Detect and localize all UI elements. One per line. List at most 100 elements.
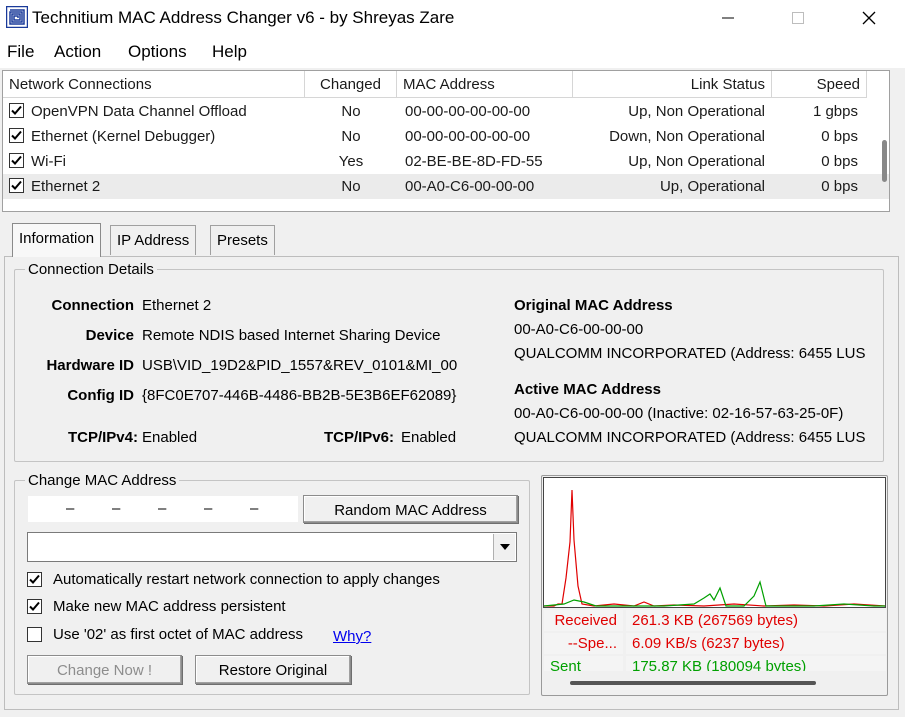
random-mac-button-label: Random MAC Address (334, 502, 487, 519)
connection-label: Connection (51, 297, 135, 314)
mac-octet-4[interactable]: – (204, 500, 212, 517)
column-network-connections[interactable]: Network Connections (3, 71, 305, 98)
checkmark-icon (29, 601, 40, 611)
list-row-selected[interactable]: Ethernet 2 No 00-A0-C6-00-00-00 Up, Oper… (3, 174, 889, 199)
device-value: Remote NDIS based Internet Sharing Devic… (142, 327, 441, 344)
restore-original-button[interactable]: Restore Original (195, 655, 351, 684)
tab-presets[interactable]: Presets (210, 225, 275, 255)
change-now-button[interactable]: Change Now ! (27, 655, 182, 684)
config-id-label: Config ID (67, 387, 134, 404)
original-mac-label: Original MAC Address (514, 297, 673, 314)
mac-octet-1[interactable]: – (66, 500, 74, 517)
checkmark-icon (29, 574, 40, 584)
traffic-panel-frame (541, 475, 888, 696)
maximize-button[interactable] (770, 0, 826, 36)
row-changed: No (341, 103, 361, 120)
list-scrollbar-thumb[interactable] (882, 140, 887, 182)
mac-octet-3[interactable]: – (158, 500, 166, 517)
title-bar: Technitium MAC Address Changer v6 - by S… (0, 0, 905, 36)
original-vendor-value: QUALCOMM INCORPORATED (Address: 6455 LUS (514, 345, 866, 362)
random-mac-button[interactable]: Random MAC Address (303, 495, 518, 523)
hardware-id-value: USB\VID_19D2&PID_1557&REV_0101&MI_00 (142, 357, 458, 374)
connection-details-title: Connection Details (25, 261, 157, 278)
tcpv4-value: Enabled (142, 429, 198, 446)
row-status: Up, Non Operational (628, 153, 765, 170)
why-link[interactable]: Why? (333, 628, 371, 645)
row-name: Wi-Fi (31, 153, 66, 170)
auto-restart-checkbox[interactable] (27, 572, 42, 587)
use02-checkbox[interactable] (27, 627, 42, 642)
mac-octet-inputs: – – – – – (28, 496, 298, 522)
row-checkbox[interactable] (9, 178, 24, 193)
tab-information[interactable]: Information (12, 223, 102, 257)
restore-original-button-label: Restore Original (218, 662, 328, 679)
close-button[interactable] (841, 0, 897, 36)
row-speed: 0 bps (821, 178, 858, 195)
row-status: Down, Non Operational (609, 128, 765, 145)
checkmark-icon (11, 155, 22, 165)
row-speed: 1 gbps (812, 103, 858, 120)
column-changed[interactable]: Changed (305, 71, 397, 98)
change-mac-title: Change MAC Address (25, 472, 180, 489)
persistent-checkbox[interactable] (27, 599, 42, 614)
combo-dropdown-button[interactable] (493, 534, 515, 560)
row-status: Up, Operational (659, 178, 765, 195)
row-changed: No (341, 128, 361, 145)
auto-restart-label[interactable]: Automatically restart network connection… (53, 571, 440, 588)
row-changed: Yes (338, 153, 364, 170)
persistent-label[interactable]: Make new MAC address persistent (53, 598, 286, 615)
tcpv6-value: Enabled (401, 429, 457, 446)
row-mac: 02-BE-BE-8D-FD-55 (405, 153, 543, 170)
menu-help[interactable]: Help (212, 42, 247, 62)
minimize-icon (722, 17, 734, 19)
list-row[interactable]: OpenVPN Data Channel Offload No 00-00-00… (3, 99, 889, 124)
row-mac: 00-00-00-00-00-00 (405, 103, 531, 120)
window-title: Technitium MAC Address Changer v6 - by S… (32, 8, 455, 27)
row-speed: 0 bps (821, 153, 858, 170)
active-mac-label: Active MAC Address (514, 381, 661, 398)
mac-octet-5[interactable]: – (250, 500, 258, 517)
column-link-status[interactable]: Link Status (573, 71, 772, 98)
checkmark-icon (11, 105, 22, 115)
change-now-button-label: Change Now ! (56, 662, 153, 679)
app-icon (6, 6, 28, 28)
maximize-icon (792, 12, 804, 24)
list-header: Network Connections Changed MAC Address … (3, 71, 889, 98)
mac-octet-2[interactable]: – (112, 500, 120, 517)
row-mac: 00-A0-C6-00-00-00 (405, 178, 535, 195)
row-name: OpenVPN Data Channel Offload (31, 103, 247, 120)
device-label: Device (85, 327, 134, 344)
chevron-down-icon (499, 544, 510, 550)
connection-value: Ethernet 2 (142, 297, 212, 314)
tcpv6-label: TCP/IPv6: (323, 429, 394, 446)
row-name: Ethernet (Kernel Debugger) (31, 128, 216, 145)
column-mac-address[interactable]: MAC Address (397, 71, 573, 98)
row-checkbox[interactable] (9, 128, 24, 143)
row-mac: 00-00-00-00-00-00 (405, 128, 531, 145)
row-checkbox[interactable] (9, 103, 24, 118)
minimize-button[interactable] (700, 0, 756, 36)
menu-options[interactable]: Options (128, 42, 187, 62)
config-id-value: {8FC0E707-446B-4486-BB2B-5E3B6EF62089} (142, 387, 457, 404)
list-row[interactable]: Wi-Fi Yes 02-BE-BE-8D-FD-55 Up, Non Oper… (3, 149, 889, 174)
stats-scrollbar-thumb[interactable] (570, 681, 816, 685)
menu-bar: File Action Options Help (0, 36, 905, 68)
row-name: Ethernet 2 (31, 178, 101, 195)
network-connections-list[interactable]: Network Connections Changed MAC Address … (2, 70, 890, 212)
tab-ip-address[interactable]: IP Address (110, 225, 197, 255)
menu-action[interactable]: Action (54, 42, 101, 62)
mac-preset-combo[interactable] (27, 532, 517, 562)
active-mac-value: 00-A0-C6-00-00-00 (Inactive: 02-16-57-63… (514, 405, 844, 422)
menu-file[interactable]: File (7, 42, 34, 62)
checkmark-icon (11, 180, 22, 190)
use02-label[interactable]: Use '02' as first octet of MAC address (53, 626, 303, 643)
row-speed: 0 bps (821, 128, 858, 145)
row-checkbox[interactable] (9, 153, 24, 168)
hardware-id-label: Hardware ID (46, 357, 134, 374)
row-changed: No (341, 178, 361, 195)
checkmark-icon (11, 130, 22, 140)
active-vendor-value: QUALCOMM INCORPORATED (Address: 6455 LUS (514, 429, 866, 446)
list-row[interactable]: Ethernet (Kernel Debugger) No 00-00-00-0… (3, 124, 889, 149)
column-speed[interactable]: Speed (772, 71, 867, 98)
original-mac-value: 00-A0-C6-00-00-00 (514, 321, 644, 338)
